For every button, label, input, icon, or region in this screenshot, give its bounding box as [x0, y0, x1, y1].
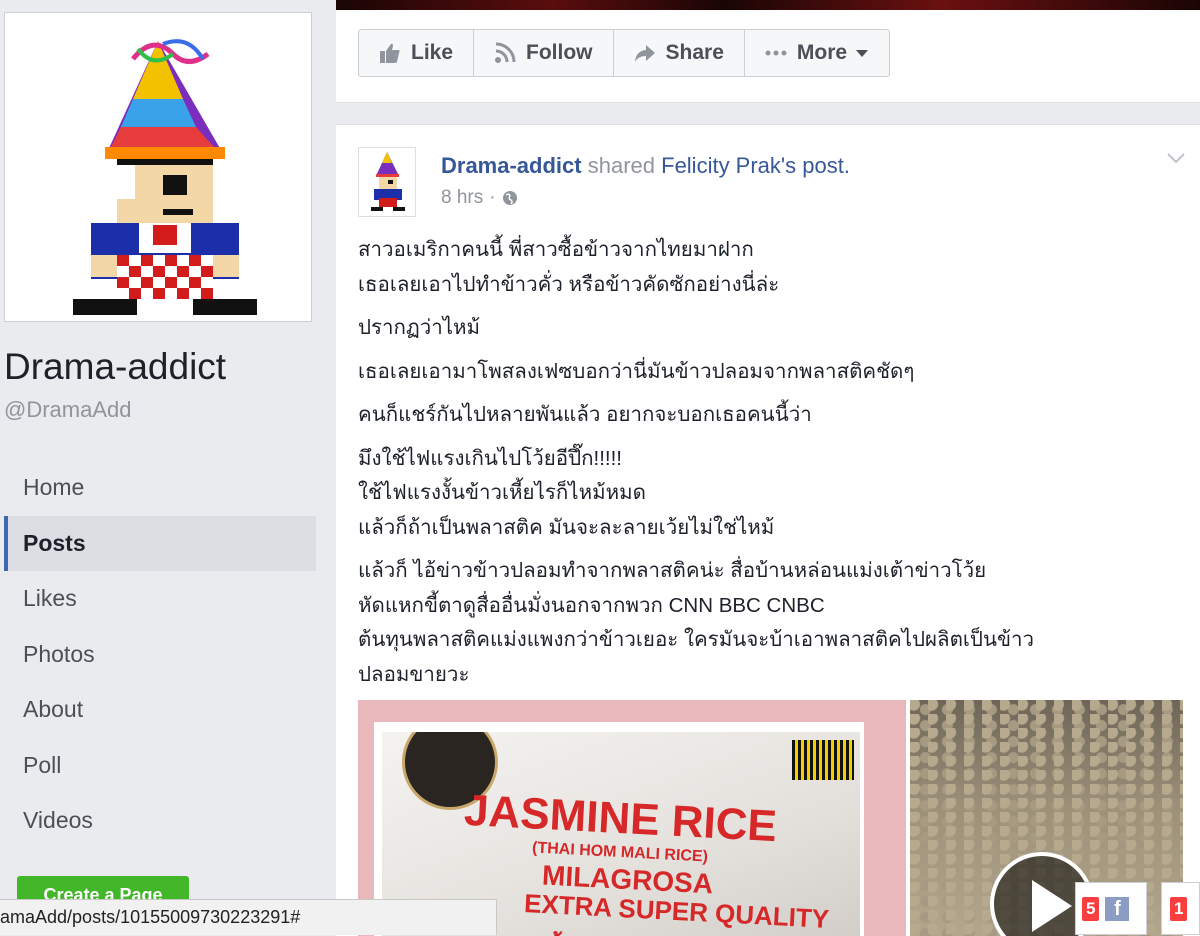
caret-down-icon	[856, 50, 869, 57]
share-count-widget[interactable]: 5 f	[1075, 882, 1147, 935]
post-line: สาวอเมริกาคนนี้ พี่สาวซื้อข้าวจากไทยมาฝา…	[358, 238, 754, 261]
action-button-group: Like Follow Share More	[358, 29, 891, 77]
pixel-character-avatar	[73, 39, 257, 315]
globe-icon	[502, 191, 517, 205]
post-body: สาวอเมริกาคนนี้ พี่สาวซื้อข้าวจากไทยมาฝา…	[358, 233, 1178, 701]
post-timestamp[interactable]: 8 hrs	[441, 187, 483, 209]
share-label: Share	[665, 41, 724, 64]
nav-item-poll[interactable]: Poll	[4, 738, 316, 794]
chevron-down-icon	[1167, 153, 1185, 164]
play-icon	[1032, 880, 1072, 932]
post-card: Drama-addict shared Felicity Prak's post…	[336, 124, 1200, 936]
post-line: คนก็แชร์กันไปหลายพันแล้ว อยากจะบอกเธอคนน…	[358, 403, 812, 426]
share-button[interactable]: Share	[614, 30, 745, 76]
post-meta: 8 hrs ·	[441, 187, 518, 209]
share-arrow-icon	[634, 45, 655, 62]
follow-button[interactable]: Follow	[474, 30, 614, 76]
browser-status-url: amaAdd/posts/10155009730223291#	[0, 899, 497, 935]
like-label: Like	[411, 41, 454, 64]
post-paragraph: สาวอเมริกาคนนี้ พี่สาวซื้อข้าวจากไทยมาฝา…	[358, 233, 1178, 302]
post-line: หัดแหกขี้ตาดูสื่ออื่นมั่งนอกจากพวก CNN B…	[358, 593, 825, 617]
nav-item-videos[interactable]: Videos	[4, 793, 316, 849]
post-paragraph: มึงใช้ไฟแรงเกินไปโว้ยอีปึ๊ก!!!!! ใช้ไฟแร…	[358, 442, 1178, 546]
nav-item-about[interactable]: About	[4, 682, 316, 738]
bag-text-title: JASMINE RICE	[462, 785, 779, 852]
post-line: ปรากฏว่าไหม้	[358, 316, 481, 339]
page-title[interactable]: Drama-addict	[4, 346, 226, 388]
post-line: แล้วก็ ไอ้ข่าวข้าวปลอมทำจากพลาสติคน่ะ สื…	[358, 559, 987, 582]
page-nav: Home Posts Likes Photos About Poll Video…	[4, 460, 316, 849]
post-options-chevron[interactable]	[1166, 151, 1186, 169]
left-sidebar: Drama-addict @DramaAdd Home Posts Likes …	[0, 0, 336, 935]
post-paragraph: แล้วก็ ไอ้ข่าวข้าวปลอมทำจากพลาสติคน่ะ สื…	[358, 554, 1178, 692]
notification-badge: 1	[1170, 896, 1188, 921]
notification-widget[interactable]: 1	[1161, 882, 1200, 935]
nav-item-likes[interactable]: Likes	[4, 571, 316, 627]
cover-photo-strip	[336, 0, 1200, 10]
ellipsis-icon	[765, 50, 787, 56]
pixel-character-thumbnail	[371, 152, 405, 211]
more-label: More	[796, 41, 848, 64]
nav-item-photos[interactable]: Photos	[4, 627, 316, 683]
post-line: ปลอมขายวะ	[358, 662, 470, 686]
post-header: Drama-addict shared Felicity Prak's post…	[441, 153, 850, 179]
page-action-bar: Like Follow Share More	[336, 10, 1200, 103]
nav-item-home[interactable]: Home	[4, 460, 316, 516]
post-line: ต้นทุนพลาสติคแม่งแพงกว่าข้าวเยอะ ใครมันจ…	[358, 628, 1034, 651]
post-line: เธอเลยเอาไปทำข้าวคั่ว หรือข้าวคัดซักอย่า…	[358, 272, 780, 296]
more-button[interactable]: More	[745, 30, 889, 76]
post-line: แล้วก็ถ้าเป็นพลาสติค มันจะละลายเว้ยไม่ใช…	[358, 515, 775, 539]
post-author-avatar[interactable]	[358, 147, 416, 217]
meta-separator: ·	[489, 187, 496, 208]
barcode-graphic	[792, 740, 854, 780]
follow-label: Follow	[526, 41, 593, 64]
rss-icon	[495, 42, 516, 63]
shared-text: shared	[587, 153, 655, 178]
post-paragraph: เธอเลยเอามาโพสลงเฟซบอกว่านี่มันข้าวปลอมจ…	[358, 355, 1178, 390]
post-line: ใช้ไฟแรงงั้นข้าวเหี้ยไรก็ไหม้หมด	[358, 481, 646, 504]
like-button[interactable]: Like	[359, 30, 475, 76]
nav-item-posts[interactable]: Posts	[4, 515, 316, 571]
post-line: เธอเลยเอามาโพสลงเฟซบอกว่านี่มันข้าวปลอมจ…	[358, 359, 915, 383]
post-paragraph: คนก็แชร์กันไปหลายพันแล้ว อยากจะบอกเธอคนน…	[358, 398, 1178, 433]
post-line: มึงใช้ไฟแรงเกินไปโว้ยอีปึ๊ก!!!!!	[358, 446, 623, 470]
thumbs-up-icon	[380, 43, 400, 63]
post-author-link[interactable]: Drama-addict	[441, 153, 582, 178]
facebook-icon: f	[1105, 896, 1130, 921]
share-count-badge: 5	[1082, 896, 1100, 921]
post-paragraph: ปรากฏว่าไหม้	[358, 311, 1178, 346]
shared-post-link[interactable]: Felicity Prak's post.	[661, 153, 850, 178]
profile-picture[interactable]	[4, 12, 312, 322]
page-handle[interactable]: @DramaAdd	[4, 397, 132, 423]
